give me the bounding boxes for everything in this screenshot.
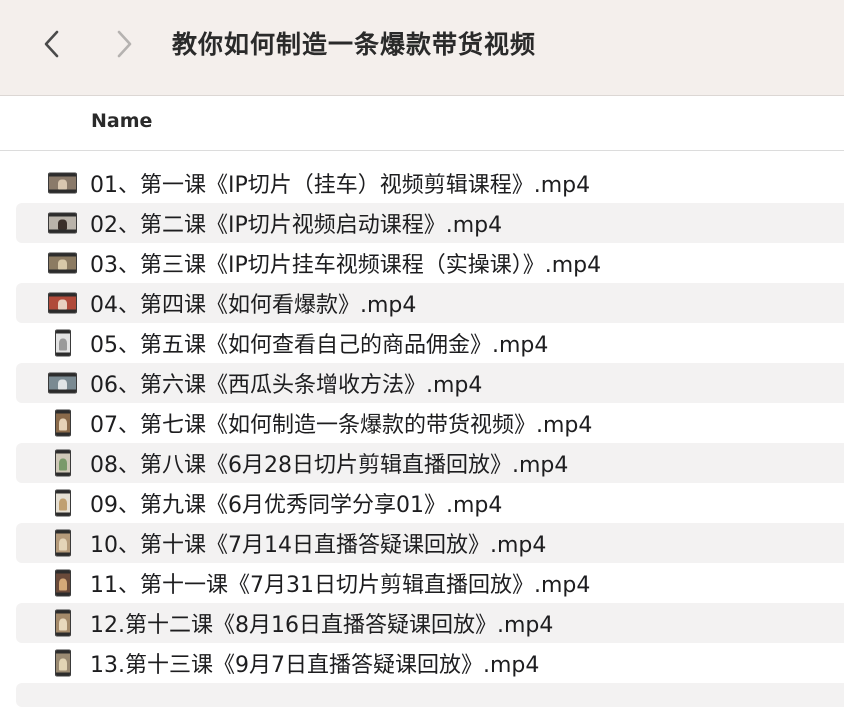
file-row[interactable]: 06、第六课《西瓜头条增收方法》.mp4 [16, 363, 844, 403]
file-name: 13.第十三课《9月7日直播答疑课回放》.mp4 [90, 653, 540, 678]
file-name: 03、第三课《IP切片挂车视频课程（实操课）》.mp4 [90, 253, 602, 278]
file-row[interactable]: 13.第十三课《9月7日直播答疑课回放》.mp4 [16, 643, 844, 683]
file-row[interactable]: 01、第一课《IP切片（挂车）视频剪辑课程》.mp4 [16, 163, 844, 203]
file-name: 07、第七课《如何制造一条爆款的带货视频》.mp4 [90, 413, 593, 438]
file-name: 08、第八课《6月28日切片剪辑直播回放》.mp4 [90, 453, 569, 478]
empty-row [16, 683, 844, 707]
chevron-left-icon [44, 30, 59, 58]
file-name: 02、第二课《IP切片视频启动课程》.mp4 [90, 213, 503, 238]
file-name: 09、第九课《6月优秀同学分享01》.mp4 [90, 493, 503, 518]
file-name: 01、第一课《IP切片（挂车）视频剪辑课程》.mp4 [90, 173, 591, 198]
file-row[interactable]: 08、第八课《6月28日切片剪辑直播回放》.mp4 [16, 443, 844, 483]
video-thumbnail-icon [55, 449, 71, 477]
column-header-name[interactable]: Name [91, 110, 152, 132]
file-name: 06、第六课《西瓜头条增收方法》.mp4 [90, 373, 483, 398]
video-thumbnail-icon [55, 409, 71, 437]
file-row[interactable]: 02、第二课《IP切片视频启动课程》.mp4 [16, 203, 844, 243]
file-row[interactable]: 10、第十课《7月14日直播答疑课回放》.mp4 [16, 523, 844, 563]
file-name: 12.第十二课《8月16日直播答疑课回放》.mp4 [90, 613, 554, 638]
list-header: Name [0, 97, 844, 151]
toolbar: 教你如何制造一条爆款带货视频 [0, 0, 844, 96]
video-thumbnail-icon [48, 172, 77, 194]
video-thumbnail-icon [48, 372, 77, 394]
video-thumbnail-icon [55, 489, 71, 517]
video-thumbnail-icon [55, 649, 71, 677]
file-name: 11、第十一课《7月31日切片剪辑直播回放》.mp4 [90, 573, 591, 598]
video-thumbnail-icon [48, 252, 77, 274]
finder-window: 教你如何制造一条爆款带货视频 Name 01、第一课《IP切片（挂车）视频剪辑课… [0, 0, 844, 707]
back-button[interactable] [34, 26, 70, 62]
file-row[interactable]: 12.第十二课《8月16日直播答疑课回放》.mp4 [16, 603, 844, 643]
file-name: 10、第十课《7月14日直播答疑课回放》.mp4 [90, 533, 547, 558]
file-row[interactable]: 05、第五课《如何查看自己的商品佣金》.mp4 [16, 323, 844, 363]
chevron-right-icon [117, 30, 132, 58]
video-thumbnail-icon [55, 569, 71, 597]
file-row[interactable]: 09、第九课《6月优秀同学分享01》.mp4 [16, 483, 844, 523]
file-list: 01、第一课《IP切片（挂车）视频剪辑课程》.mp4 02、第二课《IP切片视频启… [0, 163, 844, 707]
file-name: 05、第五课《如何查看自己的商品佣金》.mp4 [90, 333, 549, 358]
forward-button[interactable] [106, 26, 142, 62]
file-row[interactable]: 11、第十一课《7月31日切片剪辑直播回放》.mp4 [16, 563, 844, 603]
file-row[interactable]: 04、第四课《如何看爆款》.mp4 [16, 283, 844, 323]
window-title: 教你如何制造一条爆款带货视频 [172, 30, 537, 59]
video-thumbnail-icon [48, 212, 77, 234]
file-row[interactable]: 07、第七课《如何制造一条爆款的带货视频》.mp4 [16, 403, 844, 443]
video-thumbnail-icon [48, 292, 77, 314]
video-thumbnail-icon [55, 609, 71, 637]
file-name: 04、第四课《如何看爆款》.mp4 [90, 293, 417, 318]
video-thumbnail-icon [55, 329, 71, 357]
file-row[interactable]: 03、第三课《IP切片挂车视频课程（实操课）》.mp4 [16, 243, 844, 283]
video-thumbnail-icon [55, 529, 71, 557]
